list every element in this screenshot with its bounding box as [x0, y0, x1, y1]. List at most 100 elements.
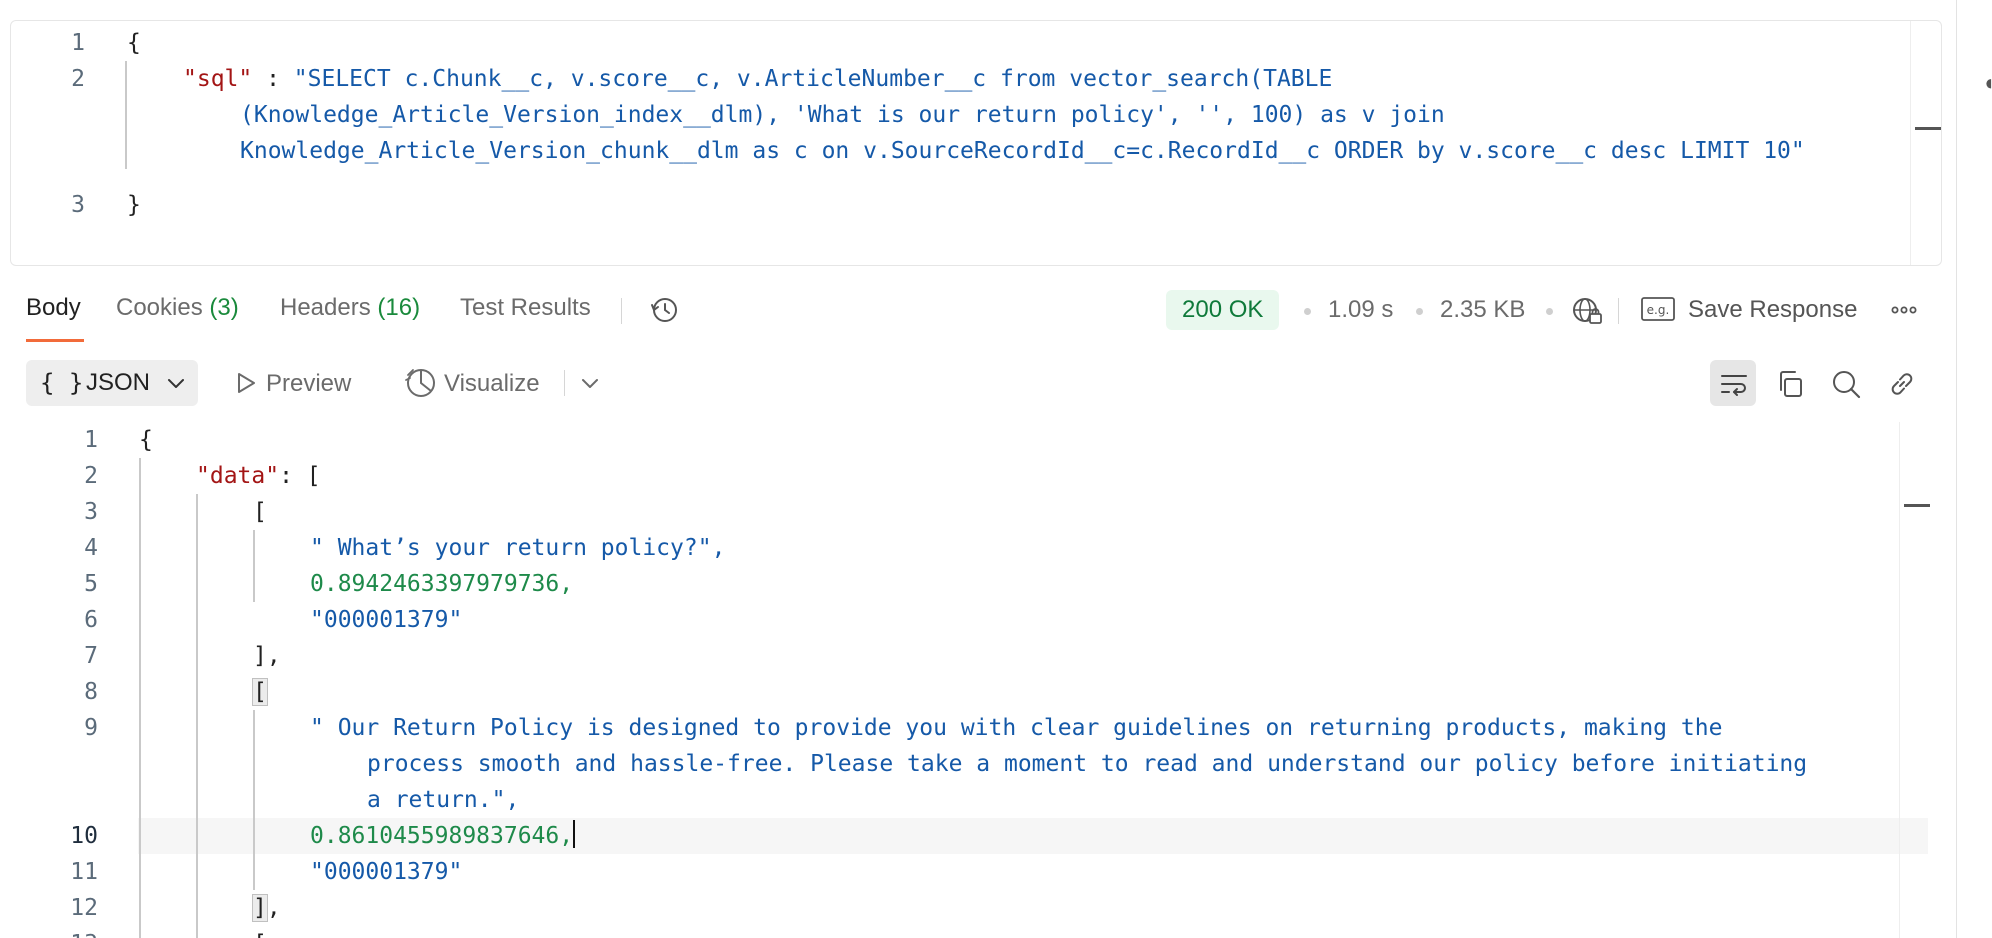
result-chunk-text-part3: a return.", — [367, 787, 520, 813]
line-number: 2 — [71, 66, 85, 92]
save-response-button[interactable]: Save Response — [1688, 296, 1857, 324]
text-cursor — [573, 820, 576, 848]
preview-button[interactable]: Preview — [266, 370, 351, 398]
line-number: 2 — [84, 463, 98, 489]
json-key-data: "data" — [196, 463, 280, 489]
tab-headers-label: Headers — [280, 294, 371, 321]
wrap-lines-button[interactable] — [1710, 360, 1756, 406]
line-number: 1 — [84, 427, 98, 453]
sql-string-part3: Knowledge_Article_Version_chunk__dlm as … — [240, 138, 1805, 164]
search-button[interactable] — [1822, 360, 1868, 406]
copy-button[interactable] — [1766, 360, 1812, 406]
indent-guide — [125, 61, 127, 169]
result-score-value: 0.8610455989837646, — [310, 823, 574, 849]
line-number-active: 10 — [70, 823, 98, 849]
line-number: 3 — [84, 499, 98, 525]
code-line-sql: "sql" : "SELECT c.Chunk__c, v.score__c, … — [183, 61, 1332, 97]
array-close-bracket: ], — [253, 643, 281, 669]
line-number: 3 — [71, 192, 85, 218]
copy-icon — [1780, 371, 1802, 397]
svg-text:e.g.: e.g. — [1647, 303, 1670, 317]
indent-guide — [253, 530, 255, 602]
active-tab-indicator — [26, 339, 84, 342]
trailing-comma: , — [266, 895, 281, 921]
separator-dot — [1304, 308, 1311, 315]
toolbar-divider — [564, 370, 565, 396]
response-body-viewer[interactable]: 1 2 3 4 5 6 7 8 9 10 11 12 13 { "data": … — [0, 422, 1940, 938]
json-key-sql: "sql" — [183, 66, 253, 92]
result-chunk-text-part2: process smooth and hassle-free. Please t… — [367, 751, 1808, 777]
tab-test-results[interactable]: Test Results — [460, 294, 591, 322]
visualize-icon — [405, 369, 435, 397]
line-number: 5 — [84, 571, 98, 597]
separator-dot — [1546, 308, 1553, 315]
result-article-number: "000001379" — [310, 859, 463, 885]
array-open-bracket: [ — [253, 499, 267, 525]
tab-body[interactable]: Body — [26, 294, 81, 322]
json-colon: : — [252, 66, 294, 92]
response-time[interactable]: 1.09 s — [1328, 296, 1393, 324]
copy-link-button[interactable] — [1878, 360, 1924, 406]
array-open-bracket: [ — [253, 926, 267, 938]
result-article-number: "000001379" — [310, 607, 463, 633]
pane-divider[interactable] — [1956, 0, 1957, 938]
code-brace-open: { — [127, 30, 141, 56]
code-brace-close: } — [127, 192, 141, 218]
more-options-button[interactable] — [1880, 286, 1926, 332]
example-icon: e.g. — [1641, 297, 1675, 321]
format-select[interactable]: { } JSON — [26, 360, 198, 406]
network-info-button[interactable] — [1562, 286, 1608, 332]
response-size[interactable]: 2.35 KB — [1440, 296, 1525, 324]
format-select-value: JSON — [86, 369, 151, 396]
status-divider — [1618, 298, 1619, 324]
request-body-editor[interactable]: 1 2 3 { "sql" : "SELECT c.Chunk__c, v.sc… — [10, 20, 1942, 266]
tab-headers[interactable]: Headers (16) — [280, 294, 420, 322]
request-minimap[interactable] — [1910, 21, 1941, 265]
line-number: 6 — [84, 607, 98, 633]
response-toolbar: { } JSON Preview Visualize — [0, 358, 1992, 408]
history-button[interactable] — [640, 286, 686, 332]
json-colon-bracket: : [ — [279, 463, 321, 489]
visualize-dropdown-chevron-icon[interactable] — [580, 373, 600, 393]
indent-guide — [139, 458, 141, 938]
result-chunk-text-part1: " Our Return Policy is designed to provi… — [310, 715, 1723, 741]
indent-guide — [253, 710, 255, 890]
wrap-lines-icon — [1721, 375, 1747, 396]
cookies-count: (3) — [209, 294, 239, 321]
array-open-bracket-matched: [ — [252, 674, 268, 710]
separator-dot — [1416, 308, 1423, 315]
tab-cookies-label: Cookies — [116, 294, 203, 321]
array-close-bracket-matched: ], — [252, 890, 281, 926]
examples-button[interactable]: e.g. — [1638, 286, 1678, 332]
matched-bracket: [ — [252, 678, 268, 706]
result-score-active: 0.8610455989837646, — [310, 818, 576, 854]
link-icon — [1891, 373, 1913, 395]
line-number: 9 — [84, 715, 98, 741]
response-minimap[interactable] — [1899, 422, 1930, 938]
play-icon — [238, 373, 255, 393]
code-line-data: "data": [ — [196, 458, 321, 494]
status-badge[interactable]: 200 OK — [1166, 290, 1280, 330]
code-brace-open: { — [139, 427, 153, 453]
history-icon — [651, 298, 677, 322]
matched-bracket: ] — [252, 894, 268, 922]
response-tabs: Body Cookies (3) Headers (16) Test Resul… — [0, 282, 1992, 342]
indent-guide — [196, 494, 198, 938]
minimap-marker — [1915, 127, 1941, 130]
line-number: 1 — [71, 30, 85, 56]
headers-count: (16) — [377, 294, 421, 321]
braces-icon: { } — [40, 369, 84, 397]
chevron-down-icon — [168, 379, 184, 388]
result-chunk-text: " What’s your return policy?", — [310, 535, 726, 561]
tab-divider — [621, 298, 622, 324]
visualize-button[interactable]: Visualize — [444, 370, 540, 398]
line-number: 8 — [84, 679, 98, 705]
panel-edge-icon[interactable]: ◖ — [1982, 70, 1992, 96]
line-number: 11 — [70, 859, 98, 885]
search-icon — [1833, 371, 1861, 399]
line-number: 7 — [84, 643, 98, 669]
line-number: 13 — [24, 926, 98, 938]
tab-cookies[interactable]: Cookies (3) — [116, 294, 239, 322]
result-score: 0.8942463397979736, — [310, 571, 574, 597]
sql-string-part2: (Knowledge_Article_Version_index__dlm), … — [240, 102, 1445, 128]
